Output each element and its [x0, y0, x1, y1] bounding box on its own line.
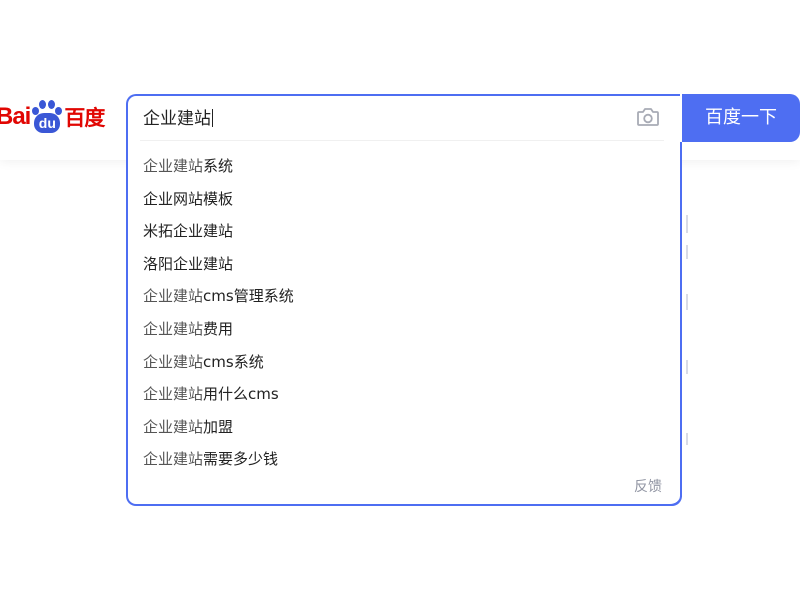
suggestion-highlight: 企业建站	[143, 157, 204, 175]
camera-icon[interactable]	[636, 106, 660, 128]
suggestion-list: 企业建站系统 企业网站模板 米拓企业建站 洛阳企业建站 企业建站cms管理系统 企业建站费…	[143, 150, 663, 476]
suggestion-item[interactable]: 企业建站需要多少钱	[143, 443, 663, 476]
suggestion-text: 用什么cms	[203, 385, 279, 404]
suggestion-text: cms管理系统	[203, 287, 294, 306]
suggestion-item[interactable]: 企业建站加盟	[143, 411, 663, 444]
suggestion-highlight: 企业建站	[143, 287, 204, 306]
suggestion-text: cms系统	[203, 352, 264, 371]
logo-text-bai: Bai	[0, 103, 31, 130]
suggestion-text: 米拓企业建站	[143, 222, 234, 241]
background-edge-mark	[686, 294, 688, 310]
suggestion-text: 加盟	[203, 417, 234, 436]
text-caret	[212, 109, 213, 127]
search-button[interactable]: 百度一下	[682, 94, 800, 142]
suggestion-highlight: 企业建站	[143, 319, 204, 338]
suggestion-text: 需要多少钱	[203, 450, 279, 469]
background-edge-mark	[686, 433, 688, 445]
suggestion-highlight: 企业建站	[143, 417, 204, 436]
search-input-text: 企业建站	[143, 109, 211, 129]
logo-text-cn: 百度	[64, 106, 105, 130]
logo-text-du: du	[34, 113, 61, 133]
input-divider	[140, 140, 664, 141]
suggestion-item[interactable]: 洛阳企业建站	[143, 248, 663, 281]
background-edge-mark	[686, 360, 688, 374]
baidu-logo[interactable]: Bai du 百度	[0, 97, 112, 137]
suggestion-item[interactable]: 企业建站cms系统	[143, 346, 663, 379]
suggestion-highlight: 企业建站	[143, 352, 204, 371]
suggestion-text: 企业网站模板	[143, 189, 234, 208]
suggestion-item[interactable]: 企业建站用什么cms	[143, 378, 663, 411]
search-box-right-border	[680, 142, 682, 497]
suggestion-text: 洛阳企业建站	[143, 254, 234, 273]
suggestion-highlight: 企业建站	[143, 450, 204, 469]
feedback-link[interactable]: 反馈	[634, 476, 662, 496]
search-input[interactable]: 企业建站	[143, 104, 623, 134]
suggestion-item[interactable]: 企业网站模板	[143, 183, 663, 216]
suggestion-item[interactable]: 企业建站cms管理系统	[143, 280, 663, 313]
suggestion-item[interactable]: 米拓企业建站	[143, 215, 663, 248]
paw-icon: du	[31, 100, 63, 134]
suggestion-text: 系统	[203, 157, 234, 175]
suggestion-text: 费用	[203, 319, 234, 338]
suggestion-highlight: 企业建站	[143, 385, 204, 404]
suggestion-item[interactable]: 企业建站费用	[143, 313, 663, 346]
background-edge-mark	[686, 245, 688, 259]
suggestion-item[interactable]: 企业建站系统	[143, 150, 663, 183]
search-box-corner	[670, 496, 682, 506]
background-edge-mark	[686, 215, 688, 233]
